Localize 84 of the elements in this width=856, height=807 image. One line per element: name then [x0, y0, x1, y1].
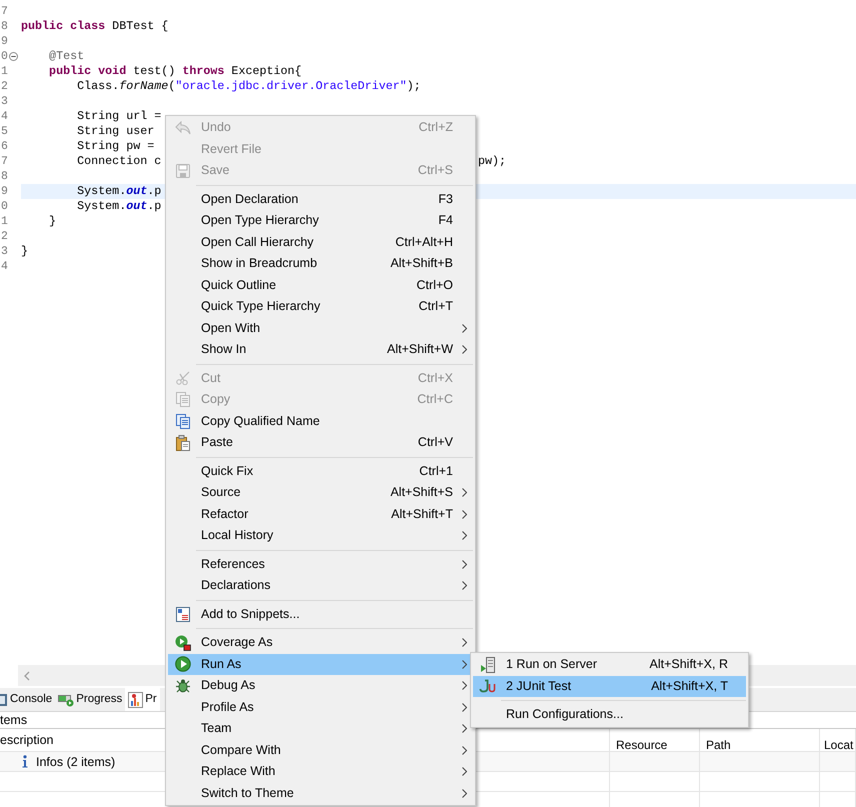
junit-icon — [478, 679, 498, 694]
menu-item[interactable]: Declarations — [168, 575, 473, 596]
line-number: 5 — [0, 124, 9, 139]
menu-item[interactable]: Debug As — [168, 675, 473, 696]
menu-item[interactable]: Run As — [168, 654, 473, 675]
code-line: String user — [76, 124, 154, 138]
paste-icon — [176, 434, 190, 451]
code-line: String url = — [76, 109, 162, 123]
menu-item[interactable]: Replace With — [168, 761, 473, 782]
menu-item[interactable]: 1 Run on Server Alt+Shift+X, R — [473, 654, 746, 676]
line-number: 3 — [0, 94, 9, 109]
code-line: String pw = — [76, 139, 154, 153]
bug-icon — [175, 678, 191, 694]
line-number: 6 — [0, 139, 9, 154]
line-number: 4 — [0, 109, 9, 124]
line-number: 7 — [0, 154, 9, 169]
code-line: Class.forName("oracle.jdbc.driver.OracleDriver"); — [76, 79, 421, 93]
column-header[interactable]: Resource — [616, 729, 668, 751]
snippet-icon — [176, 606, 190, 622]
code-line: } — [48, 214, 56, 228]
menu-item[interactable]: Open Call Hierarchy Ctrl+Alt+H — [168, 232, 473, 253]
menu-item[interactable]: Local History — [168, 525, 473, 546]
coverage-icon — [175, 634, 191, 651]
undo-icon — [175, 120, 191, 135]
line-number: 3 — [0, 244, 9, 259]
code-line: System.out.p — [76, 199, 162, 213]
menu-item[interactable]: Show In Alt+Shift+W — [168, 339, 473, 360]
code-fragment: pw); — [478, 154, 506, 169]
line-number: 1 — [0, 64, 9, 79]
line-number: 4 — [0, 259, 9, 274]
menu-item[interactable]: Copy Qualified Name — [168, 410, 473, 432]
copy-icon — [176, 414, 190, 429]
line-number: 1 — [0, 214, 9, 229]
panel-tab[interactable]: Pr — [125, 688, 160, 711]
column-header[interactable]: Path — [706, 729, 731, 751]
menu-item[interactable]: Source Alt+Shift+S — [168, 482, 473, 504]
info-icon — [22, 755, 28, 768]
line-number: 9 — [0, 184, 9, 199]
line-number: 7 — [0, 4, 9, 19]
panel-summary: tems — [0, 713, 28, 727]
menu-item[interactable]: Open Type Hierarchy F4 — [168, 210, 473, 232]
progress-icon — [58, 692, 74, 706]
menu-item[interactable]: Profile As — [168, 696, 473, 718]
menu-item[interactable]: Quick Fix Ctrl+1 — [168, 460, 473, 482]
menu-item[interactable]: Refactor Alt+Shift+T — [168, 504, 473, 525]
column-header[interactable]: escription — [0, 733, 54, 747]
menu-item[interactable]: Paste Ctrl+V — [168, 432, 473, 454]
code-line: @Test — [48, 49, 84, 63]
panel-tab[interactable]: Console — [0, 688, 56, 711]
line-number: 9 — [0, 34, 9, 49]
line-number: 8 — [0, 19, 9, 34]
server-icon — [480, 656, 496, 673]
menu-item[interactable]: Show in Breadcrumb Alt+Shift+B — [168, 253, 473, 274]
code-line: public class DBTest { — [21, 19, 168, 33]
code-line: } — [21, 244, 28, 258]
console-icon — [0, 692, 8, 706]
menu-item[interactable]: Quick Type Hierarchy Ctrl+T — [168, 296, 473, 318]
menu-item[interactable]: Coverage As — [168, 632, 473, 654]
save-icon — [176, 164, 190, 178]
menu-item[interactable]: References — [168, 554, 473, 575]
code-line: Connection c — [76, 154, 162, 168]
chart-icon — [128, 692, 144, 708]
code-line: System.out.p — [76, 184, 162, 198]
collapse-icon[interactable] — [9, 52, 18, 61]
menu-item[interactable]: Compare With — [168, 740, 473, 761]
line-number: 0 — [0, 199, 9, 214]
line-number: 2 — [0, 79, 9, 94]
menu-item[interactable]: Open With — [168, 318, 473, 339]
code-line: public void test() throws Exception{ — [48, 64, 302, 78]
scissors-icon — [176, 371, 190, 386]
menu-item[interactable]: Add to Snippets... — [168, 604, 473, 625]
menu-item[interactable]: Run Configurations... — [473, 704, 746, 726]
line-number: 8 — [0, 169, 9, 184]
copy-icon — [176, 392, 190, 408]
panel-tab[interactable]: Progress — [55, 688, 126, 711]
run-icon — [175, 656, 191, 672]
menu-item[interactable]: 2 JUnit Test Alt+Shift+X, T — [473, 676, 746, 697]
line-number: 0 — [0, 49, 9, 64]
column-header[interactable]: Locat — [824, 729, 854, 751]
line-number: 2 — [0, 229, 9, 244]
menu-item[interactable]: Team — [168, 718, 473, 740]
menu-item[interactable]: Quick Outline Ctrl+O — [168, 274, 473, 296]
menu-item[interactable]: Switch to Theme — [168, 782, 473, 804]
menu-item[interactable]: Open Declaration F3 — [168, 188, 473, 210]
